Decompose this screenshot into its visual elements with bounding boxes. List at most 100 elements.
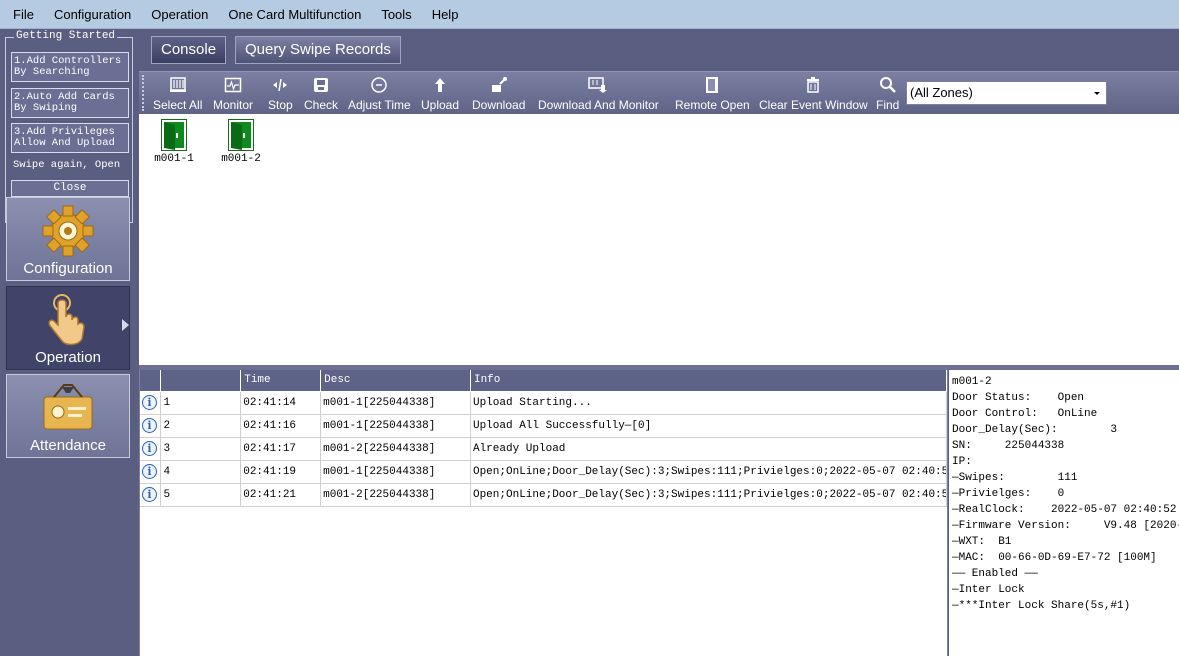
upload-button[interactable]: Upload <box>421 74 459 112</box>
detail-line: Door Status: Open <box>952 392 1085 404</box>
row-info: Upload Starting... <box>470 391 948 415</box>
row-desc: m001-1[225044338] <box>320 391 471 415</box>
nav-configuration[interactable]: Configuration <box>6 197 130 281</box>
table-row[interactable]: i 3 02:41:17 m001-2[225044338] Already Uploa… <box>140 437 948 461</box>
close-button[interactable]: Close <box>11 180 129 197</box>
table-row[interactable]: i 1 02:41:14 m001-1[225044338] Upload Starti… <box>140 391 948 415</box>
menu-one-card-multifunction[interactable]: One Card Multifunction <box>218 0 371 29</box>
menu-bar: File Configuration Operation One Card Mu… <box>0 0 1179 29</box>
gear-icon <box>42 205 94 257</box>
detail-line: —WXT: B1 <box>952 536 1012 548</box>
stop-label: Stop <box>268 98 293 112</box>
search-icon <box>879 77 896 93</box>
row-info-icon-cell: i <box>140 437 162 461</box>
menu-help[interactable]: Help <box>422 0 469 29</box>
left-panel: Getting Started 1.Add Controllers By Sea… <box>0 29 139 656</box>
download-icon <box>491 77 507 92</box>
stop-button[interactable]: Stop <box>268 74 293 112</box>
nav-operation[interactable]: Operation <box>6 286 130 370</box>
row-time: 02:41:21 <box>240 483 322 507</box>
add-controllers-button[interactable]: 1.Add Controllers By Searching <box>11 52 129 82</box>
row-info: Upload All Successfully—[0] <box>470 414 948 438</box>
row-number: 1 <box>160 391 242 415</box>
download-and-monitor-button[interactable]: Download And Monitor <box>538 74 659 112</box>
clear-event-window-button[interactable]: Clear Event Window <box>759 74 868 112</box>
row-time: 02:41:19 <box>240 460 322 484</box>
nav-operation-label: Operation <box>35 349 101 366</box>
detail-line: Door_Delay(Sec): 3 <box>952 424 1118 436</box>
monitor-label: Monitor <box>213 98 254 112</box>
row-time: 02:41:17 <box>240 437 322 461</box>
tab-console[interactable]: Console <box>151 36 227 64</box>
col-info-header[interactable]: Info <box>470 370 948 392</box>
step1-line2: By Searching <box>14 66 90 78</box>
stop-icon <box>273 78 288 92</box>
download-button[interactable]: Download <box>472 74 525 112</box>
add-privileges-button[interactable]: 3.Add Privileges Allow And Upload <box>11 123 129 153</box>
attendance-card-icon <box>43 384 93 430</box>
table-row[interactable]: i 4 02:41:19 m001-1[225044338] Open;OnLine;D… <box>140 460 948 484</box>
monitor-button[interactable]: Monitor <box>213 74 253 112</box>
clear-event-window-label: Clear Event Window <box>759 98 868 112</box>
toolbar-grip[interactable] <box>142 75 145 111</box>
table-row[interactable]: i 2 02:41:16 m001-1[225044338] Upload All Su… <box>140 414 948 438</box>
col-icon-header <box>140 370 162 392</box>
remote-open-label: Remote Open <box>675 98 750 112</box>
adjust-time-button[interactable]: Adjust Time <box>348 74 411 112</box>
events-table-panel: Time Desc Info i 1 02:41:14 m001-1[22504433… <box>139 370 948 656</box>
row-info: Already Upload <box>470 437 948 461</box>
select-all-label: Select All <box>153 98 203 112</box>
active-nav-indicator <box>122 319 129 331</box>
door-label: m001-1 <box>154 153 194 165</box>
check-icon <box>314 78 328 92</box>
trash-icon <box>807 77 820 93</box>
row-desc: m001-1[225044338] <box>320 460 471 484</box>
info-icon: i <box>142 418 157 433</box>
row-time: 02:41:14 <box>240 391 322 415</box>
detail-line: —— Enabled —— <box>952 568 1038 580</box>
door-item[interactable]: m001-1 <box>149 119 199 165</box>
menu-file[interactable]: File <box>3 0 44 29</box>
detail-line: —RealClock: 2022-05-07 02:40:52 星 <box>952 504 1179 516</box>
info-icon: i <box>142 464 157 479</box>
table-row[interactable]: i 5 02:41:21 m001-2[225044338] Open;OnLine;D… <box>140 483 948 507</box>
toolbar: Select All Monitor Stop Check Adjust Tim… <box>139 71 1179 114</box>
hand-pointer-icon <box>48 294 85 346</box>
find-button[interactable]: Find <box>876 74 899 112</box>
check-button[interactable]: Check <box>304 74 338 112</box>
auto-add-cards-button[interactable]: 2.Auto Add Cards By Swiping <box>11 88 129 118</box>
door-label: m001-2 <box>221 153 261 165</box>
select-all-button[interactable]: Select All <box>153 74 202 112</box>
detail-line: m001-2 <box>952 376 992 388</box>
tab-query-swipe-records[interactable]: Query Swipe Records <box>235 36 401 64</box>
select-all-icon <box>169 77 186 92</box>
controller-details-panel: m001-2 Door Status: Open Door Control: OnL… <box>949 370 1179 656</box>
menu-tools[interactable]: Tools <box>371 0 421 29</box>
col-time-header[interactable]: Time <box>240 370 322 392</box>
detail-line: SN: 225044338 <box>952 440 1065 452</box>
col-desc-header[interactable]: Desc <box>320 370 471 392</box>
door-icon <box>228 119 254 151</box>
upload-arrow-icon <box>435 78 446 92</box>
door-item[interactable]: m001-2 <box>216 119 266 165</box>
swipe-again-text: Swipe again, Open <box>13 159 121 171</box>
getting-started-panel: Getting Started 1.Add Controllers By Sea… <box>5 30 133 223</box>
row-desc: m001-1[225044338] <box>320 414 471 438</box>
table-header-row: Time Desc Info <box>140 370 948 392</box>
row-time: 02:41:16 <box>240 414 322 438</box>
menu-configuration[interactable]: Configuration <box>44 0 141 29</box>
nav-attendance[interactable]: Attendance <box>6 374 130 458</box>
remote-open-button[interactable]: Remote Open <box>675 74 750 112</box>
row-desc: m001-2[225044338] <box>320 437 471 461</box>
row-info-icon-cell: i <box>140 414 162 438</box>
door-icon <box>161 119 187 151</box>
col-number-header <box>160 370 242 392</box>
menu-operation[interactable]: Operation <box>141 0 218 29</box>
detail-line: —MAC: 00-66-0D-69-E7-72 [100M] <box>952 552 1157 564</box>
adjust-time-label: Adjust Time <box>348 98 411 112</box>
detail-line: —***Inter Lock Share(5s,#1) <box>952 600 1131 612</box>
zone-select[interactable]: (All Zones) <box>906 81 1107 105</box>
chevron-down-icon <box>1094 92 1100 95</box>
download-and-monitor-label: Download And Monitor <box>538 98 659 112</box>
nav-attendance-label: Attendance <box>30 437 106 454</box>
